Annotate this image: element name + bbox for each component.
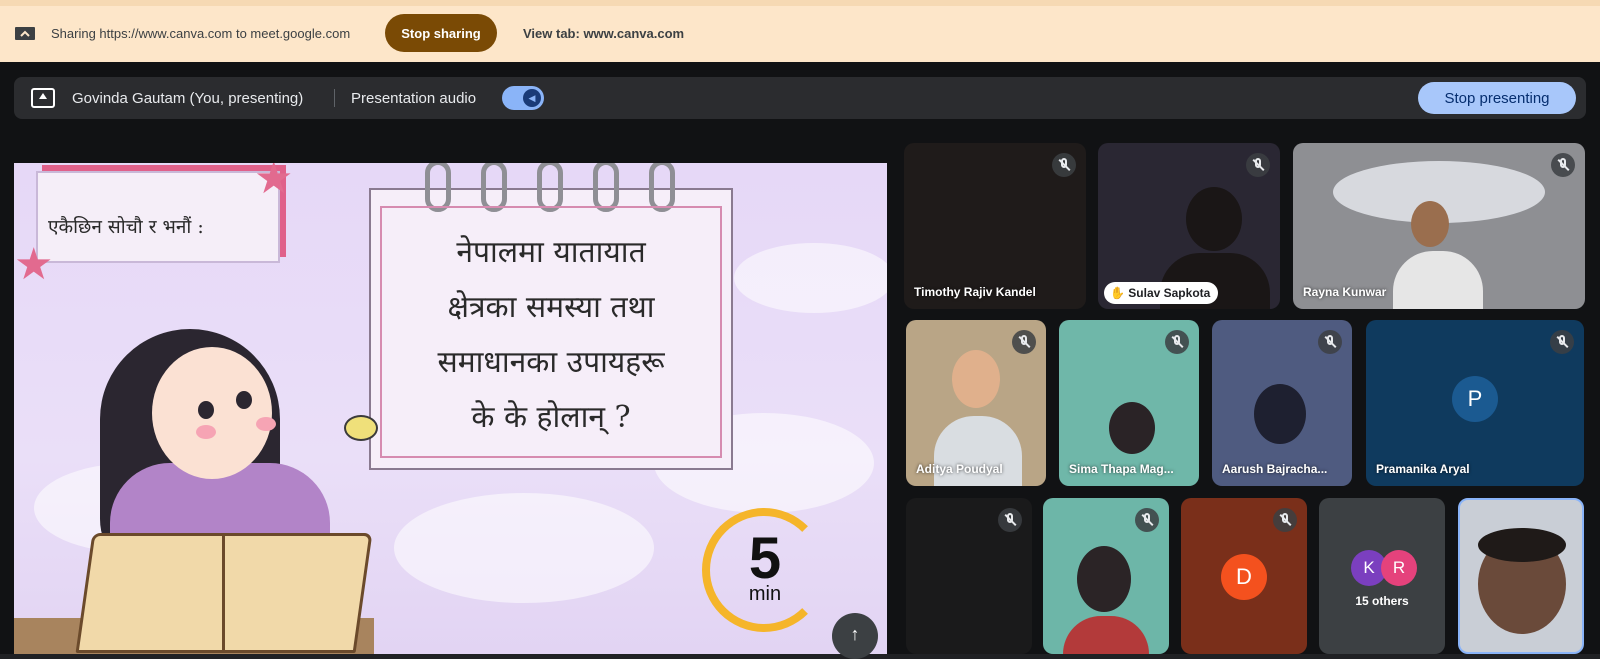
avatar: P xyxy=(1452,376,1498,422)
mic-off-icon xyxy=(1318,330,1342,354)
timer-unit: min xyxy=(748,583,782,605)
slide-title-card: एकैछिन सोचौ र भनौं : xyxy=(36,171,280,263)
timer-number: 5 xyxy=(748,526,782,591)
participant-name: ✋ Sulav Sapkota xyxy=(1104,282,1219,304)
mic-off-icon xyxy=(1135,508,1159,532)
mic-off-icon xyxy=(1052,153,1076,177)
participant-tile[interactable]: Aarush Bajracha... xyxy=(1212,320,1352,486)
participant-name: Rayna Kunwar xyxy=(1303,285,1387,299)
stop-sharing-button[interactable]: Stop sharing xyxy=(385,14,497,52)
presentation-audio-label: Presentation audio xyxy=(351,90,477,107)
question-line: के के होलान् ? xyxy=(471,400,631,435)
self-tile[interactable] xyxy=(1458,498,1584,654)
participant-tile[interactable] xyxy=(906,498,1032,654)
meeting-stage: Govinda Gautam (You, presenting) Present… xyxy=(0,62,1600,659)
upload-arrow-icon[interactable]: ↑ xyxy=(832,613,878,659)
divider xyxy=(334,89,335,107)
others-tile[interactable]: K R 15 others xyxy=(1319,498,1445,654)
mic-off-icon xyxy=(1550,330,1574,354)
participant-name: Sima Thapa Mag... xyxy=(1069,462,1174,476)
presenter-name: Govinda Gautam (You, presenting) xyxy=(72,90,304,107)
sharing-bar: Sharing https://www.canva.com to meet.go… xyxy=(0,0,1600,62)
question-line: नेपालमा यातायात xyxy=(456,235,646,270)
presenting-bar: Govinda Gautam (You, presenting) Present… xyxy=(14,77,1586,119)
view-tab-link[interactable]: View tab: www.canva.com xyxy=(523,26,684,41)
participant-name: Timothy Rajiv Kandel xyxy=(914,285,1036,299)
participant-tile[interactable]: D xyxy=(1181,498,1307,654)
stop-presenting-button[interactable]: Stop presenting xyxy=(1418,82,1576,114)
speaker-icon: ◀ xyxy=(523,89,541,107)
mic-off-icon xyxy=(1012,330,1036,354)
participant-tile[interactable] xyxy=(1043,498,1169,654)
notepad-card: नेपालमा यातायात क्षेत्रका समस्या तथा समा… xyxy=(369,163,733,470)
participant-tile[interactable]: P Pramanika Aryal xyxy=(1366,320,1584,486)
shared-slide: एकैछिन सोचौ र भनौं : ★ ★ नेपालमा यातायात… xyxy=(14,163,887,654)
question-line: समाधानका उपायहरू xyxy=(437,345,665,380)
participant-name: Aarush Bajracha... xyxy=(1222,462,1328,476)
participant-tile[interactable]: Rayna Kunwar xyxy=(1293,143,1585,309)
mic-off-icon xyxy=(1246,153,1270,177)
star-icon: ★ xyxy=(14,240,54,289)
mic-off-icon xyxy=(1165,330,1189,354)
heart-doodle xyxy=(344,415,378,441)
participant-name: Aditya Poudyal xyxy=(916,462,1003,476)
sharing-status-text: Sharing https://www.canva.com to meet.go… xyxy=(51,26,351,41)
slide-title: एकैछिन सोचौ र भनौं : xyxy=(48,216,204,238)
mic-off-icon xyxy=(1273,508,1297,532)
star-icon: ★ xyxy=(254,163,294,203)
participant-tile[interactable]: Aditya Poudyal xyxy=(906,320,1046,486)
others-count: 15 others xyxy=(1355,594,1409,608)
avatar: R xyxy=(1381,550,1417,586)
mic-off-icon xyxy=(998,508,1022,532)
participant-name: Pramanika Aryal xyxy=(1376,462,1470,476)
participant-tile[interactable]: Sima Thapa Mag... xyxy=(1059,320,1199,486)
participant-tile[interactable]: ✋ Sulav Sapkota xyxy=(1098,143,1280,309)
present-screen-icon xyxy=(31,88,55,108)
avatar: D xyxy=(1221,554,1267,600)
screen-share-icon xyxy=(15,27,35,40)
participant-tile[interactable]: Timothy Rajiv Kandel xyxy=(904,143,1086,309)
question-line: क्षेत्रका समस्या तथा xyxy=(447,290,655,325)
presentation-audio-toggle[interactable]: ◀ xyxy=(502,86,544,110)
mic-off-icon xyxy=(1551,153,1575,177)
